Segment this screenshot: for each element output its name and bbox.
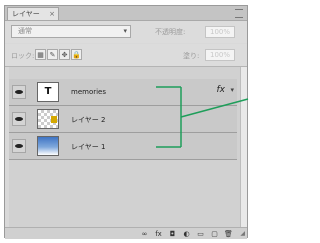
annotation-bracket	[156, 86, 249, 148]
bracket-lines	[156, 86, 249, 148]
bracket-pointer	[180, 98, 249, 118]
